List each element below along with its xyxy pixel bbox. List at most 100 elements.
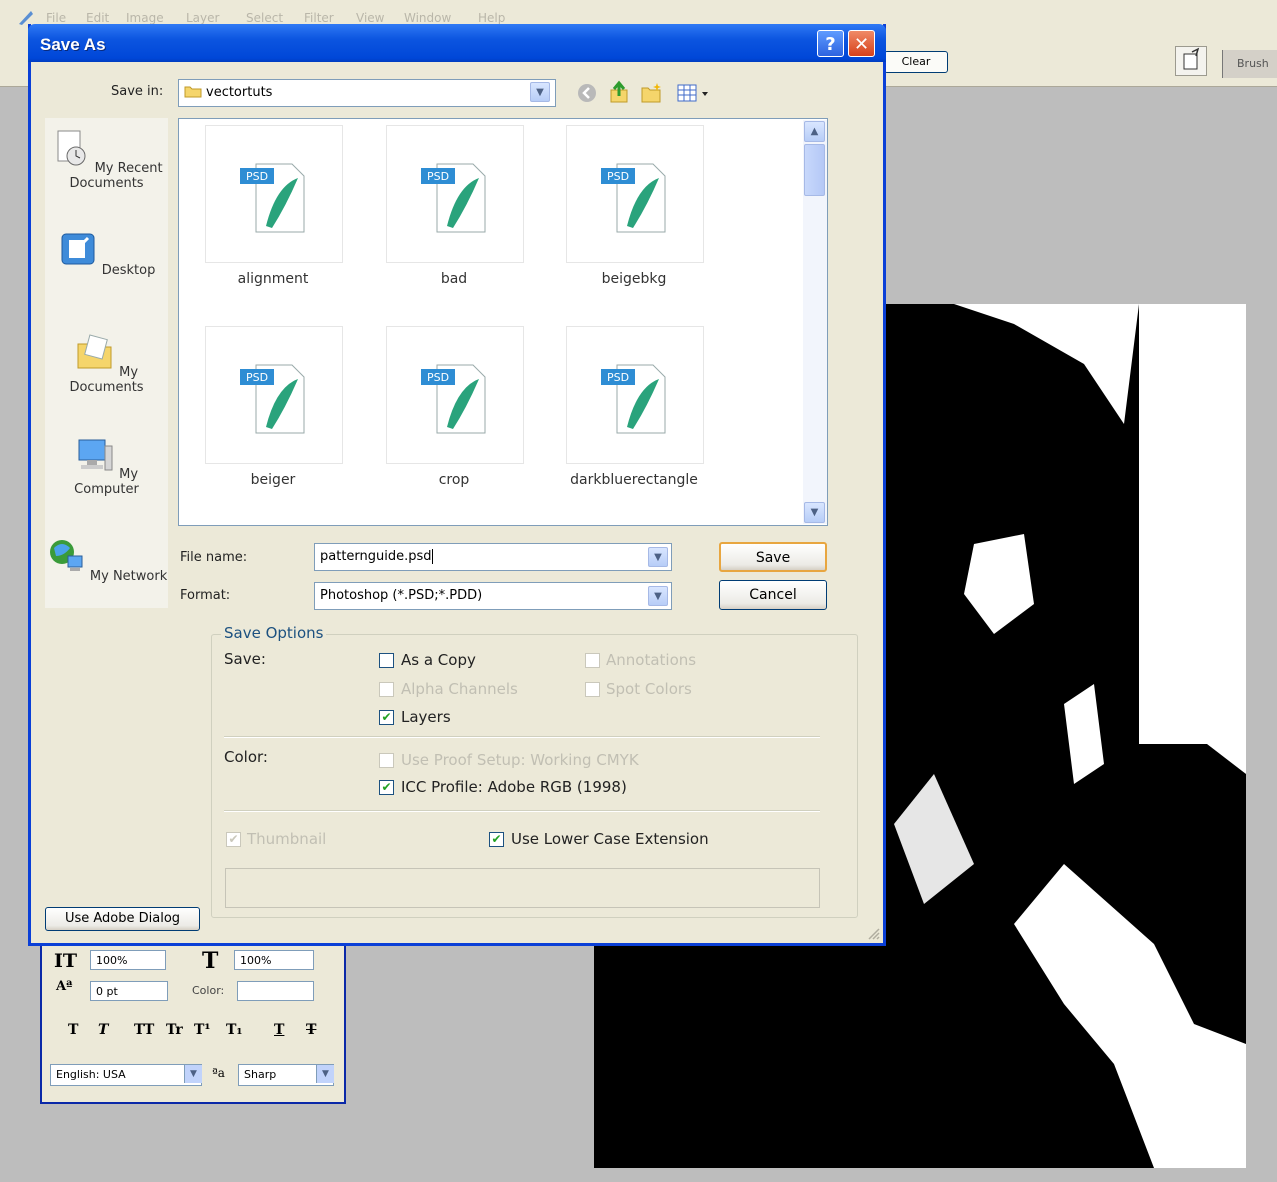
places-bar: My Recent Documents Desktop My Documents… (45, 118, 168, 608)
antialias-value: Sharp (244, 1068, 277, 1081)
spot-colors-label: Spot Colors (606, 680, 692, 698)
file-name-label: File name: (180, 550, 248, 565)
thumbnail-checkbox: ✔ (226, 832, 241, 847)
folder-icon (184, 86, 202, 98)
chevron-down-icon[interactable]: ▼ (648, 586, 668, 606)
scroll-thumb[interactable] (804, 144, 825, 196)
place-recent-documents[interactable]: My Recent Documents (45, 128, 168, 191)
close-button[interactable]: ✕ (848, 30, 875, 57)
scroll-up-icon[interactable]: ▲ (804, 121, 825, 142)
menu-window[interactable]: Window (404, 11, 451, 25)
lower-case-extension-checkbox[interactable]: ✔ (489, 832, 504, 847)
as-a-copy-label[interactable]: As a Copy (401, 651, 476, 669)
character-palette: IT 100% T 100% Aª 0 pt Color: T T TT Tr … (40, 944, 346, 1104)
underline-button[interactable]: T (274, 1022, 284, 1038)
superscript-button[interactable]: T¹ (194, 1022, 211, 1038)
palette-well-icon[interactable] (1175, 46, 1207, 76)
file-name-label: alignment (237, 271, 309, 287)
vertical-scale-icon: IT (54, 950, 78, 972)
save-in-select[interactable]: vectortuts (178, 79, 556, 107)
menu-layer[interactable]: Layer (186, 11, 219, 25)
place-label: Desktop (101, 263, 156, 278)
psd-badge: PSD (607, 371, 629, 384)
text-color-swatch[interactable] (237, 981, 314, 1001)
scroll-down-icon[interactable]: ▼ (804, 502, 825, 523)
chevron-down-icon[interactable]: ▼ (316, 1065, 334, 1083)
faux-italic-button[interactable]: T (98, 1022, 108, 1038)
dialog-titlebar[interactable]: Save As ? ✕ (28, 24, 886, 62)
subscript-button[interactable]: T₁ (226, 1022, 243, 1038)
file-tile[interactable]: PSD (566, 125, 704, 263)
back-icon[interactable] (576, 82, 598, 104)
new-folder-icon[interactable] (640, 82, 664, 104)
vertical-scale-input[interactable]: 100% (90, 950, 166, 970)
icc-profile-checkbox[interactable]: ✔ (379, 780, 394, 795)
warning-message-box (225, 868, 820, 908)
place-my-documents[interactable]: My Documents (45, 332, 168, 395)
file-tile[interactable]: PSD (386, 125, 524, 263)
my-computer-icon (78, 439, 113, 471)
menu-filter[interactable]: Filter (304, 11, 334, 25)
file-list: PSD PSD PSD PSD PSD PSD alignment bad be… (178, 118, 828, 526)
layers-label[interactable]: Layers (401, 708, 451, 726)
desktop-icon (61, 233, 95, 265)
strikethrough-button[interactable]: T (306, 1022, 316, 1038)
faux-bold-button[interactable]: T (68, 1022, 78, 1038)
file-tile[interactable]: PSD (386, 326, 524, 464)
use-proof-setup-checkbox (379, 753, 394, 768)
brushes-tab[interactable]: Brush (1222, 50, 1277, 78)
save-button[interactable]: Save (719, 542, 827, 572)
lower-case-extension-label[interactable]: Use Lower Case Extension (511, 830, 709, 848)
psd-file-icon: PSD (601, 163, 666, 233)
all-caps-button[interactable]: TT (134, 1022, 154, 1038)
icc-profile-label[interactable]: ICC Profile: Adobe RGB (1998) (401, 778, 627, 796)
language-select[interactable]: English: USA (50, 1064, 202, 1086)
use-adobe-dialog-button[interactable]: Use Adobe Dialog (45, 907, 200, 931)
menu-image[interactable]: Image (126, 11, 164, 25)
baseline-shift-input[interactable]: 0 pt (90, 981, 168, 1001)
help-button[interactable]: ? (817, 30, 844, 57)
save-options-legend: Save Options (221, 624, 327, 642)
clear-button[interactable]: Clear (884, 51, 948, 73)
psd-badge: PSD (607, 170, 629, 183)
horizontal-scale-input[interactable]: 100% (234, 950, 314, 970)
menu-select[interactable]: Select (246, 11, 283, 25)
save-label: Save: (224, 650, 266, 668)
place-my-computer[interactable]: My Computer (45, 434, 168, 497)
file-tile[interactable]: PSD (205, 326, 343, 464)
file-list-scrollbar[interactable]: ▲ ▼ (803, 120, 827, 524)
file-tile[interactable]: PSD (205, 125, 343, 263)
psd-badge: PSD (246, 371, 268, 384)
file-tile[interactable]: PSD (566, 326, 704, 464)
recent-documents-icon (57, 130, 86, 166)
cancel-button[interactable]: Cancel (719, 580, 827, 610)
divider (224, 810, 820, 812)
psd-file-icon: PSD (240, 364, 305, 434)
menu-help[interactable]: Help (478, 11, 505, 25)
format-select[interactable]: Photoshop (*.PSD;*.PDD) (314, 582, 672, 610)
view-menu-icon[interactable] (676, 82, 710, 104)
place-label: My Network (89, 569, 168, 584)
place-my-network[interactable]: My Network (45, 536, 168, 584)
chevron-down-icon[interactable]: ▼ (530, 82, 550, 102)
menu-view[interactable]: View (356, 11, 384, 25)
chevron-down-icon[interactable]: ▼ (184, 1065, 202, 1083)
language-value: English: USA (56, 1068, 126, 1081)
small-caps-button[interactable]: Tr (166, 1022, 183, 1038)
resize-grip-icon[interactable] (866, 926, 880, 940)
alpha-channels-label: Alpha Channels (401, 680, 518, 698)
psd-file-icon: PSD (421, 163, 486, 233)
format-label: Format: (180, 588, 231, 603)
layers-checkbox[interactable]: ✔ (379, 710, 394, 725)
file-name-label: beiger (250, 472, 296, 488)
place-desktop[interactable]: Desktop (45, 230, 168, 278)
as-a-copy-checkbox[interactable] (379, 653, 394, 668)
menu-edit[interactable]: Edit (86, 11, 109, 25)
baseline-shift-icon: Aª (56, 979, 73, 994)
file-name-input[interactable]: patternguide.psd​ (314, 543, 672, 571)
menu-file[interactable]: File (46, 11, 66, 25)
color-label: Color: (192, 984, 225, 997)
color-label: Color: (224, 748, 268, 766)
chevron-down-icon[interactable]: ▼ (648, 547, 668, 567)
up-folder-icon[interactable] (608, 80, 630, 104)
